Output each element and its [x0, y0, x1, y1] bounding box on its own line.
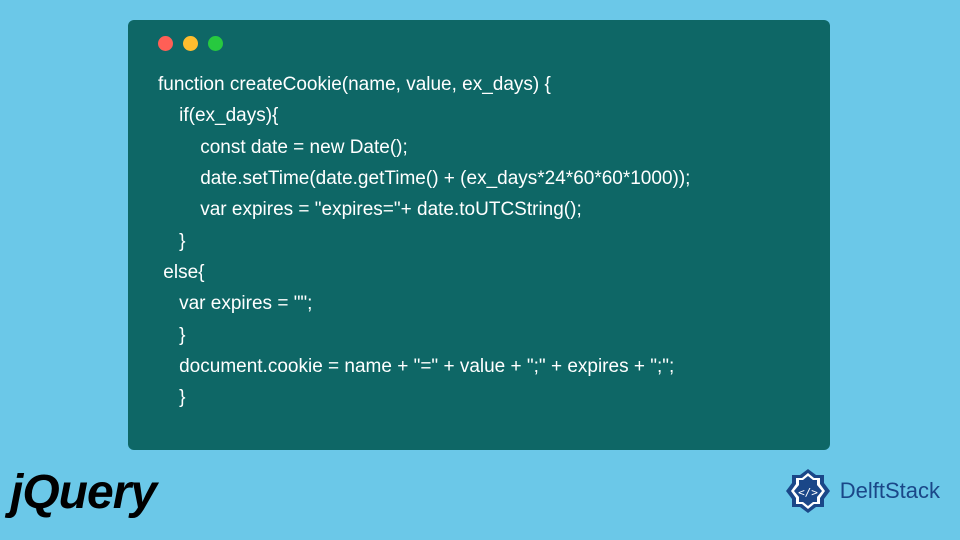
code-line: date.setTime(date.getTime() + (ex_days*2…	[158, 168, 690, 189]
minimize-dot-icon	[183, 36, 198, 51]
delftstack-text: DelftStack	[840, 478, 940, 504]
code-line: }	[158, 231, 185, 252]
code-line: const date = new Date();	[158, 137, 408, 158]
code-line: function createCookie(name, value, ex_da…	[158, 74, 551, 95]
jquery-logo: jQuery	[10, 465, 156, 520]
delftstack-badge-icon: </>	[784, 467, 832, 515]
code-line: }	[158, 387, 185, 408]
code-line: if(ex_days){	[158, 105, 278, 126]
code-line: document.cookie = name + "=" + value + "…	[158, 356, 674, 377]
code-line: }	[158, 325, 185, 346]
window-controls	[158, 36, 808, 51]
close-dot-icon	[158, 36, 173, 51]
code-line: else{	[158, 262, 204, 283]
maximize-dot-icon	[208, 36, 223, 51]
code-line: var expires = "expires="+ date.toUTCStri…	[158, 199, 582, 220]
code-content: function createCookie(name, value, ex_da…	[158, 69, 808, 414]
svg-text:</>: </>	[798, 486, 818, 499]
code-window: function createCookie(name, value, ex_da…	[128, 20, 830, 450]
delftstack-logo: </> DelftStack	[784, 467, 940, 515]
code-line: var expires = "";	[158, 293, 312, 314]
